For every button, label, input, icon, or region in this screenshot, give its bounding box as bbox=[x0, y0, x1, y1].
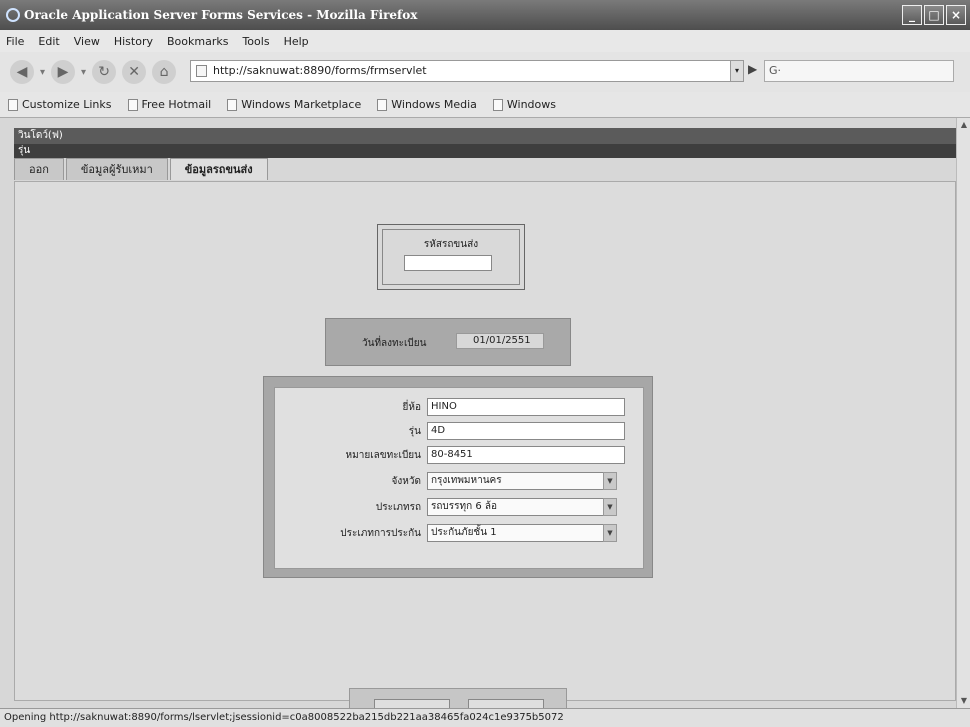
navigation-toolbar: ◀ ▾ ▶ ▾ ↻ ✕ ⌂ http://saknuwat:8890/forms… bbox=[0, 52, 970, 92]
bookmark-item[interactable]: Windows Marketplace bbox=[227, 98, 361, 111]
url-text: http://saknuwat:8890/forms/frmservlet bbox=[213, 64, 427, 77]
scroll-up-icon[interactable]: ▲ bbox=[958, 118, 970, 132]
window-titlebar: Oracle Application Server Forms Services… bbox=[0, 0, 970, 30]
menu-tools[interactable]: Tools bbox=[240, 35, 271, 48]
url-bar[interactable]: http://saknuwat:8890/forms/frmservlet bbox=[190, 60, 734, 82]
form-panel: รหัสรถขนส่ง วันที่ลงทะเบียน 01/01/2551 ย… bbox=[14, 181, 956, 727]
scroll-down-icon[interactable]: ▼ bbox=[958, 694, 970, 708]
maximize-button[interactable]: □ bbox=[924, 5, 944, 25]
form-tabs: ออก ข้อมูลผู้รับเหมา ข้อมูลรถขนส่ง bbox=[14, 158, 270, 182]
vehicle-type-select[interactable]: รถบรรทุก 6 ล้อ ▼ bbox=[427, 498, 617, 516]
page-icon bbox=[196, 65, 207, 77]
bookmark-page-icon bbox=[227, 98, 238, 111]
insurance-value: ประกันภัยชั้น 1 bbox=[431, 527, 497, 538]
vertical-scrollbar[interactable]: ▲ ▼ bbox=[956, 118, 970, 708]
plate-label: หมายเลขทะเบียน bbox=[345, 450, 421, 461]
url-dropdown-icon[interactable]: ▾ bbox=[730, 60, 744, 82]
go-icon[interactable]: ▶ bbox=[748, 62, 757, 76]
vehicle-details-panel: ยี่ห้อ HINO รุ่น 4D หมายเลขทะเบียน 80-84… bbox=[274, 387, 644, 569]
vehicle-details-box: ยี่ห้อ HINO รุ่น 4D หมายเลขทะเบียน 80-84… bbox=[263, 376, 653, 578]
bookmark-item[interactable]: Windows Media bbox=[377, 98, 477, 111]
brand-input[interactable]: HINO bbox=[427, 398, 625, 416]
chevron-down-icon[interactable]: ▼ bbox=[603, 524, 617, 542]
bookmarks-toolbar: Customize Links Free Hotmail Windows Mar… bbox=[0, 92, 970, 118]
stop-icon[interactable]: ✕ bbox=[122, 60, 147, 84]
home-icon[interactable]: ⌂ bbox=[152, 60, 177, 84]
vehicle-code-label: รหัสรถขนส่ง bbox=[423, 239, 479, 250]
back-dropdown-icon[interactable]: ▾ bbox=[40, 67, 45, 78]
model-label: รุ่น bbox=[408, 426, 421, 437]
vehicle-type-row: ประเภทรถ รถบรรทุก 6 ล้อ ▼ bbox=[275, 496, 645, 518]
search-input[interactable]: G· bbox=[764, 60, 954, 82]
back-arrow-icon[interactable]: ◀ bbox=[10, 60, 34, 84]
province-select[interactable]: กรุงเทพมหานคร ▼ bbox=[427, 472, 617, 490]
registration-date-input[interactable]: 01/01/2551 bbox=[456, 333, 544, 349]
menu-file[interactable]: File bbox=[4, 35, 26, 48]
vehicle-type-label: ประเภทรถ bbox=[375, 502, 421, 513]
page-content: วินโดว์(ฟ) รุ่น ออก ข้อมูลผู้รับเหมา ข้อ… bbox=[0, 118, 970, 727]
forward-dropdown-icon[interactable]: ▾ bbox=[81, 67, 86, 78]
province-label: จังหวัด bbox=[391, 476, 421, 487]
registration-date-label: วันที่ลงทะเบียน bbox=[362, 338, 427, 349]
bookmark-item[interactable]: Windows bbox=[492, 98, 556, 111]
model-input[interactable]: 4D bbox=[427, 422, 625, 440]
insurance-row: ประเภทการประกัน ประกันภัยชั้น 1 ▼ bbox=[275, 522, 645, 544]
insurance-select[interactable]: ประกันภัยชั้น 1 ▼ bbox=[427, 524, 617, 542]
bookmark-item[interactable]: Free Hotmail bbox=[127, 98, 211, 111]
window-title: Oracle Application Server Forms Services… bbox=[24, 8, 418, 22]
status-bar: Opening http://saknuwat:8890/forms/lserv… bbox=[0, 708, 970, 727]
bookmark-item[interactable]: Customize Links bbox=[8, 98, 112, 111]
brand-row: ยี่ห้อ HINO bbox=[275, 396, 645, 418]
province-row: จังหวัด กรุงเทพมหานคร ▼ bbox=[275, 470, 645, 492]
tab-contractor[interactable]: ข้อมูลผู้รับเหมา bbox=[65, 158, 168, 180]
plate-row: หมายเลขทะเบียน 80-8451 bbox=[275, 444, 645, 466]
plate-input[interactable]: 80-8451 bbox=[427, 446, 625, 464]
menu-view[interactable]: View bbox=[72, 35, 102, 48]
tab-vehicle[interactable]: ข้อมูลรถขนส่ง bbox=[169, 158, 268, 180]
province-value: กรุงเทพมหานคร bbox=[431, 475, 502, 486]
vehicle-type-value: รถบรรทุก 6 ล้อ bbox=[431, 501, 498, 512]
menu-bar: File Edit View History Bookmarks Tools H… bbox=[0, 30, 970, 52]
model-row: รุ่น 4D bbox=[275, 420, 645, 442]
vehicle-code-input[interactable] bbox=[404, 255, 492, 271]
registration-date-box: วันที่ลงทะเบียน 01/01/2551 bbox=[325, 318, 571, 366]
vehicle-code-box: รหัสรถขนส่ง bbox=[377, 224, 525, 290]
close-button[interactable]: × bbox=[946, 5, 966, 25]
bookmark-page-icon bbox=[127, 98, 138, 111]
chevron-down-icon[interactable]: ▼ bbox=[603, 498, 617, 516]
menu-help[interactable]: Help bbox=[282, 35, 311, 48]
minimize-button[interactable]: _ bbox=[902, 5, 922, 25]
bookmark-page-icon bbox=[8, 98, 18, 111]
bookmark-page-icon bbox=[377, 98, 388, 111]
menu-edit[interactable]: Edit bbox=[36, 35, 61, 48]
reload-icon[interactable]: ↻ bbox=[92, 60, 117, 84]
bookmark-page-icon bbox=[492, 98, 503, 111]
window-controls: _ □ × bbox=[902, 5, 966, 25]
form-subtitle: รุ่น bbox=[14, 144, 956, 158]
menu-history[interactable]: History bbox=[112, 35, 155, 48]
firefox-icon bbox=[6, 8, 20, 22]
tab-exit[interactable]: ออก bbox=[14, 158, 64, 180]
brand-label: ยี่ห้อ bbox=[402, 402, 421, 413]
chevron-down-icon[interactable]: ▼ bbox=[603, 472, 617, 490]
form-window-title: วินโดว์(ฟ) bbox=[14, 128, 956, 144]
insurance-label: ประเภทการประกัน bbox=[340, 528, 421, 539]
menu-bookmarks[interactable]: Bookmarks bbox=[165, 35, 230, 48]
forward-arrow-icon[interactable]: ▶ bbox=[51, 60, 76, 84]
